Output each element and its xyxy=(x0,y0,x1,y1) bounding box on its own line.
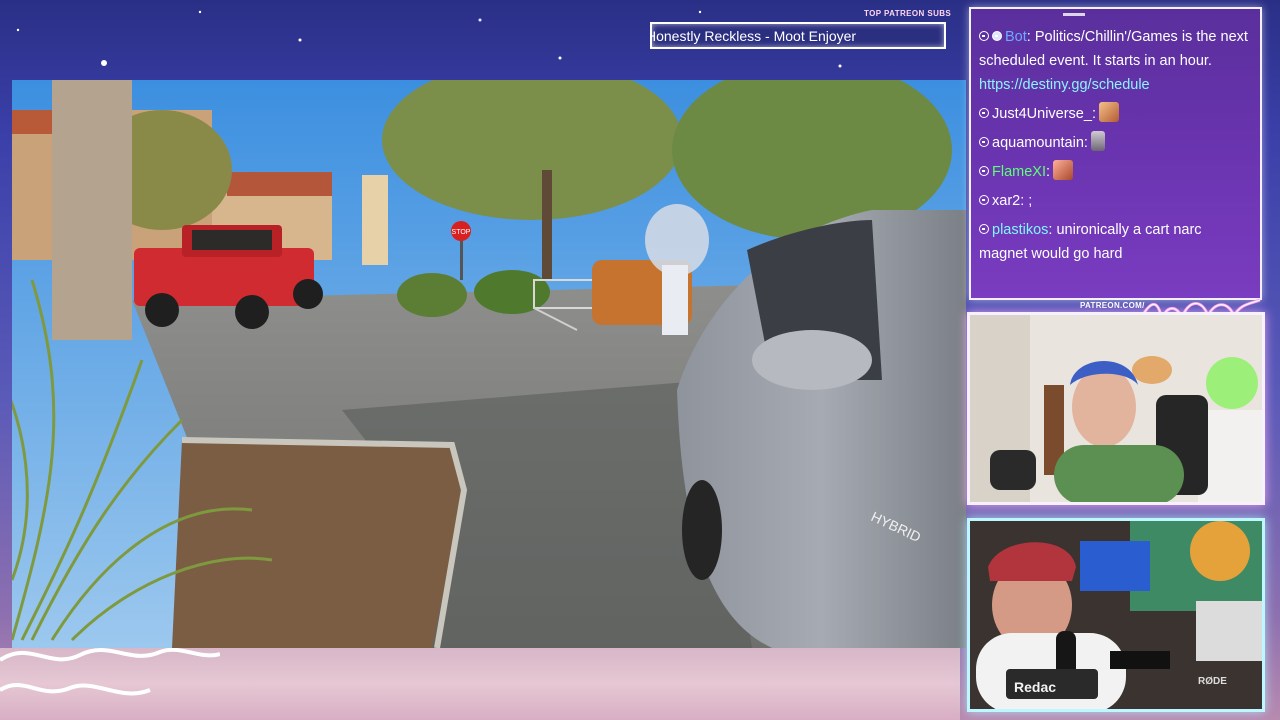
webcam-streamer xyxy=(967,312,1265,505)
badge-icon xyxy=(979,108,989,119)
patreon-label: TOP PATREON SUBS xyxy=(864,9,952,18)
badge-icon xyxy=(979,137,989,148)
emote-icon xyxy=(1053,160,1074,181)
badge-icon xyxy=(979,224,989,235)
chat-username[interactable]: aquamountain xyxy=(992,135,1084,151)
emote-icon xyxy=(1098,102,1119,123)
badge-icon xyxy=(992,31,1002,42)
webcam1-scene xyxy=(970,315,1262,502)
chat-message: Just4Universe_: xyxy=(979,102,1250,126)
badge-icon xyxy=(979,31,989,42)
chat-message: plastikos: unironically a cart narc magn… xyxy=(979,222,1202,262)
emote-icon xyxy=(1090,131,1105,152)
video-scene: STOP HYBRID xyxy=(12,80,966,648)
chat-username[interactable]: xar2 xyxy=(992,193,1020,209)
chat-username[interactable]: Bot xyxy=(1005,29,1027,45)
main-video[interactable]: STOP HYBRID xyxy=(12,80,966,648)
chat-message: Bot: Politics/Chillin'/Games is the next… xyxy=(979,29,1248,93)
chat-username[interactable]: Just4Universe_ xyxy=(992,106,1092,122)
ticker-text: Honestly Reckless - Moot Enjoyer xyxy=(650,28,857,44)
chat-text: ; xyxy=(1028,193,1033,209)
mic-brand-label: Redac xyxy=(1014,679,1057,695)
stop-sign-text: STOP xyxy=(452,229,471,236)
mic-brand-label-small: RØDE xyxy=(1198,676,1227,687)
chat-message: FlameXI: xyxy=(979,160,1250,184)
chat-username[interactable]: plastikos xyxy=(992,222,1048,238)
badge-icon xyxy=(979,195,989,206)
badge-icon xyxy=(979,166,989,177)
patreon-ticker: Honestly Reckless - Moot Enjoyer xyxy=(650,22,946,49)
chat-message: aquamountain: xyxy=(979,131,1250,155)
chat-panel[interactable]: Bot: Politics/Chillin'/Games is the next… xyxy=(969,7,1262,300)
chat-message: xar2: ; xyxy=(979,189,1250,213)
chat-username[interactable]: FlameXI xyxy=(992,164,1046,180)
chat-topbar xyxy=(1063,13,1085,16)
schedule-link[interactable]: https://destiny.gg/schedule xyxy=(979,77,1150,93)
